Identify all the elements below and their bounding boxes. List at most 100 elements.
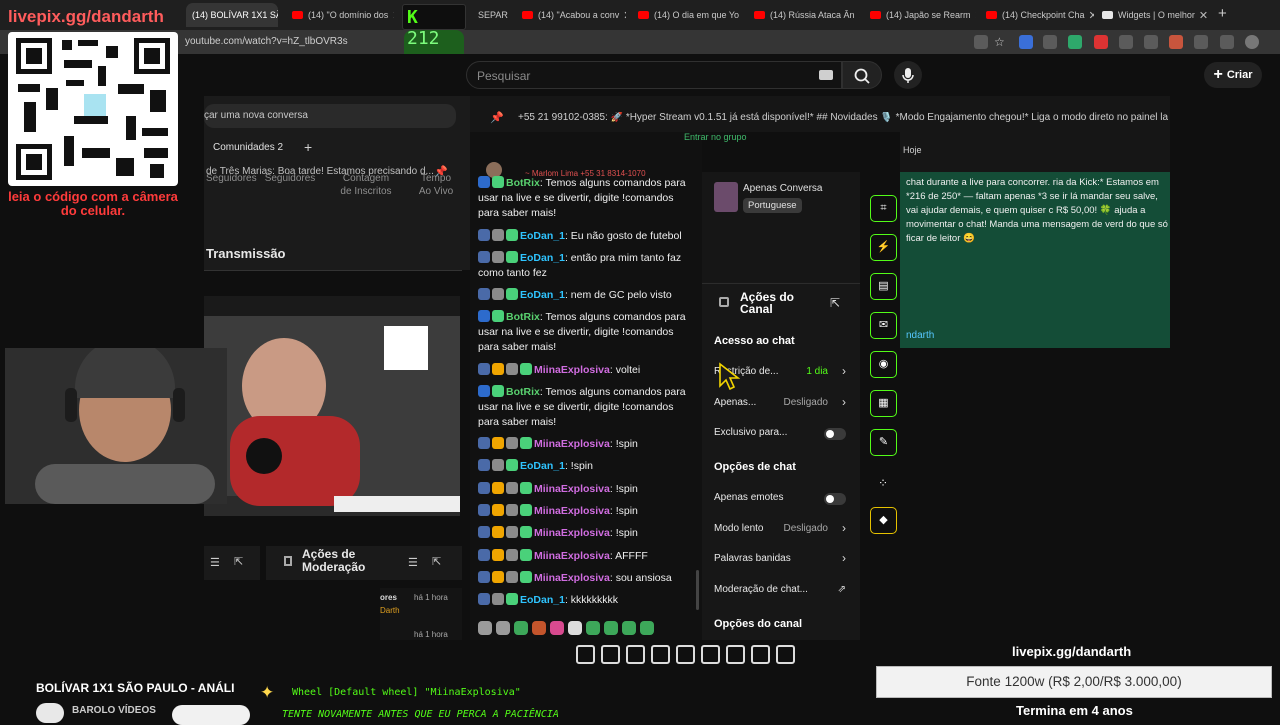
close-icon[interactable]: ✕ bbox=[1085, 9, 1094, 22]
chat-username[interactable]: EoDan_1 bbox=[520, 594, 565, 606]
search-button[interactable] bbox=[842, 61, 882, 89]
flask-icon[interactable] bbox=[751, 645, 770, 664]
browser-tab[interactable]: (14) Japão se Rearm✕ bbox=[864, 3, 976, 27]
palavras-banidas-option[interactable]: Palavras banidas › bbox=[714, 551, 848, 569]
chat-message[interactable]: BotRix: Temos alguns comandos para usar … bbox=[478, 385, 692, 430]
chat-username[interactable]: EoDan_1 bbox=[520, 460, 565, 472]
extension-icon[interactable] bbox=[1169, 35, 1183, 49]
browser-tab[interactable]: (14) "Acabou a conv✕ bbox=[516, 3, 626, 27]
emote-icon[interactable] bbox=[478, 621, 492, 635]
shield-icon[interactable]: ◆ bbox=[870, 507, 897, 534]
close-icon[interactable]: ✕ bbox=[388, 9, 394, 22]
chat-username[interactable]: MiinaExplosiva bbox=[534, 527, 610, 539]
gear-icon[interactable] bbox=[776, 645, 795, 664]
expand-icon[interactable]: ⇱ bbox=[234, 555, 243, 568]
broadcast-icon[interactable]: ◉ bbox=[870, 351, 897, 378]
layout-icon[interactable]: ▦ bbox=[870, 390, 897, 417]
image-icon[interactable] bbox=[676, 645, 695, 664]
emote-icon[interactable] bbox=[550, 621, 564, 635]
browser-tab[interactable]: (14) Rússia Ataca Ân✕ bbox=[748, 3, 860, 27]
refresh-icon[interactable] bbox=[1194, 35, 1208, 49]
chat-message[interactable]: MiinaExplosiva: sou ansiosa bbox=[478, 571, 692, 586]
gauge-icon[interactable] bbox=[726, 645, 745, 664]
browser-tab[interactable]: (14) "O domínio dos✕ bbox=[286, 3, 394, 27]
moderacao-chat-option[interactable]: Moderação de chat... ⇗ bbox=[714, 582, 848, 600]
keyboard-icon[interactable] bbox=[819, 70, 833, 80]
emote-icon[interactable] bbox=[532, 621, 546, 635]
document-icon[interactable]: ▤ bbox=[870, 273, 897, 300]
modo-lento-option[interactable]: Modo lento Desligado › bbox=[714, 521, 848, 539]
audio-icon[interactable] bbox=[601, 645, 620, 664]
browser-tab[interactable]: Widgets | O melhor ✕ bbox=[1096, 3, 1208, 27]
expand-icon[interactable]: ⇱ bbox=[432, 555, 441, 568]
search-input[interactable]: Pesquisar bbox=[466, 61, 842, 89]
chat-username[interactable]: MiinaExplosiva bbox=[534, 483, 610, 495]
stream-video-preview[interactable] bbox=[204, 296, 460, 516]
chat-message[interactable]: EoDan_1: nem de GC pelo visto bbox=[478, 288, 692, 303]
chat-username[interactable]: BotRix bbox=[506, 386, 540, 398]
share-icon[interactable]: ⁘ bbox=[878, 476, 888, 490]
extension-icon[interactable] bbox=[1094, 35, 1108, 49]
extension-icon[interactable] bbox=[1068, 35, 1082, 49]
chat-message[interactable]: MiinaExplosiva: !spin bbox=[478, 526, 692, 541]
chat-message[interactable]: MiinaExplosiva: !spin bbox=[478, 482, 692, 497]
create-button[interactable]: + Criar bbox=[1204, 62, 1262, 88]
chat-message[interactable]: MiinaExplosiva: !spin bbox=[478, 437, 692, 452]
add-community-button[interactable]: + bbox=[304, 139, 312, 155]
chat-username[interactable]: MiinaExplosiva bbox=[534, 438, 610, 450]
exclusivo-toggle[interactable] bbox=[824, 428, 846, 440]
apenas-option[interactable]: Apenas... Desligado › bbox=[714, 395, 848, 413]
extension-icon[interactable] bbox=[1043, 35, 1057, 49]
chat-message[interactable]: EoDan_1: kkkkkkkkk bbox=[478, 593, 692, 608]
join-group-link[interactable]: Entrar no grupo bbox=[684, 132, 747, 142]
chat-message[interactable]: EoDan_1: Eu não gosto de futebol bbox=[478, 229, 692, 244]
browser-tab[interactable]: (14) O dia em que Yo✕ bbox=[632, 3, 744, 27]
chat-username[interactable]: MiinaExplosiva bbox=[534, 364, 610, 376]
communities-label[interactable]: Comunidades 2 bbox=[213, 142, 283, 153]
close-icon[interactable]: ✕ bbox=[971, 9, 976, 22]
chat-username[interactable]: EoDan_1 bbox=[520, 230, 565, 242]
camera-icon[interactable] bbox=[626, 645, 645, 664]
chat-username[interactable]: MiinaExplosiva bbox=[534, 505, 610, 517]
chat-message[interactable]: EoDan_1: então pra mim tanto faz como ta… bbox=[478, 251, 692, 281]
chat-message[interactable]: MiinaExplosiva: voltei bbox=[478, 363, 692, 378]
extension-icon[interactable] bbox=[1119, 35, 1133, 49]
voice-search-button[interactable] bbox=[894, 61, 922, 89]
menu-icon[interactable]: ☰ bbox=[210, 556, 220, 569]
channel-avatar[interactable] bbox=[36, 703, 64, 723]
chat-username[interactable]: BotRix bbox=[506, 177, 540, 189]
browser-tab[interactable]: (14) Checkpoint Cha ✕ bbox=[980, 3, 1094, 27]
extension-icon[interactable] bbox=[1019, 35, 1033, 49]
emote-icon[interactable] bbox=[568, 621, 582, 635]
new-conversation-input[interactable]: çar uma nova conversa bbox=[204, 104, 456, 128]
chat-message[interactable]: BotRix: Temos alguns comandos para usar … bbox=[478, 176, 692, 221]
close-icon[interactable]: ✕ bbox=[619, 9, 626, 22]
lightning-icon[interactable]: ⚡ bbox=[870, 234, 897, 261]
chat-username[interactable]: EoDan_1 bbox=[520, 289, 565, 301]
emote-icon[interactable] bbox=[586, 621, 600, 635]
chat-username[interactable]: MiinaExplosiva bbox=[534, 550, 610, 562]
apenas-emotes-option[interactable]: Apenas emotes bbox=[714, 490, 848, 508]
new-tab-button[interactable]: + bbox=[1218, 5, 1227, 22]
swap-icon[interactable] bbox=[576, 645, 595, 664]
menu-icon[interactable]: ☰ bbox=[408, 556, 418, 569]
message-link[interactable]: ndarth bbox=[906, 330, 934, 341]
chat-username[interactable]: EoDan_1 bbox=[520, 252, 565, 264]
url-text[interactable]: youtube.com/watch?v=hZ_tlbOVR3s bbox=[185, 36, 348, 47]
emote-icon[interactable] bbox=[496, 621, 510, 635]
bookmark-star-icon[interactable]: ☆ bbox=[994, 35, 1008, 49]
close-icon[interactable]: ✕ bbox=[855, 9, 860, 22]
emote-icon[interactable] bbox=[514, 621, 528, 635]
browser-tab-active[interactable]: (14) BOLÍVAR 1X1 SÃ✕ bbox=[186, 3, 278, 27]
exclusivo-option[interactable]: Exclusivo para... bbox=[714, 425, 848, 443]
wrench-icon[interactable]: ✎ bbox=[870, 429, 897, 456]
chat-bubble-icon[interactable]: ✉ bbox=[870, 312, 897, 339]
apenas-emotes-toggle[interactable] bbox=[824, 493, 846, 505]
emote-icon[interactable] bbox=[604, 621, 618, 635]
subscribe-button[interactable] bbox=[172, 705, 250, 725]
chat-message[interactable]: MiinaExplosiva: !spin bbox=[478, 504, 692, 519]
chat-message[interactable]: BotRix: Temos alguns comandos para usar … bbox=[478, 310, 692, 355]
chat-username[interactable]: BotRix bbox=[506, 311, 540, 323]
emote-icon[interactable] bbox=[640, 621, 654, 635]
install-icon[interactable] bbox=[974, 35, 988, 49]
